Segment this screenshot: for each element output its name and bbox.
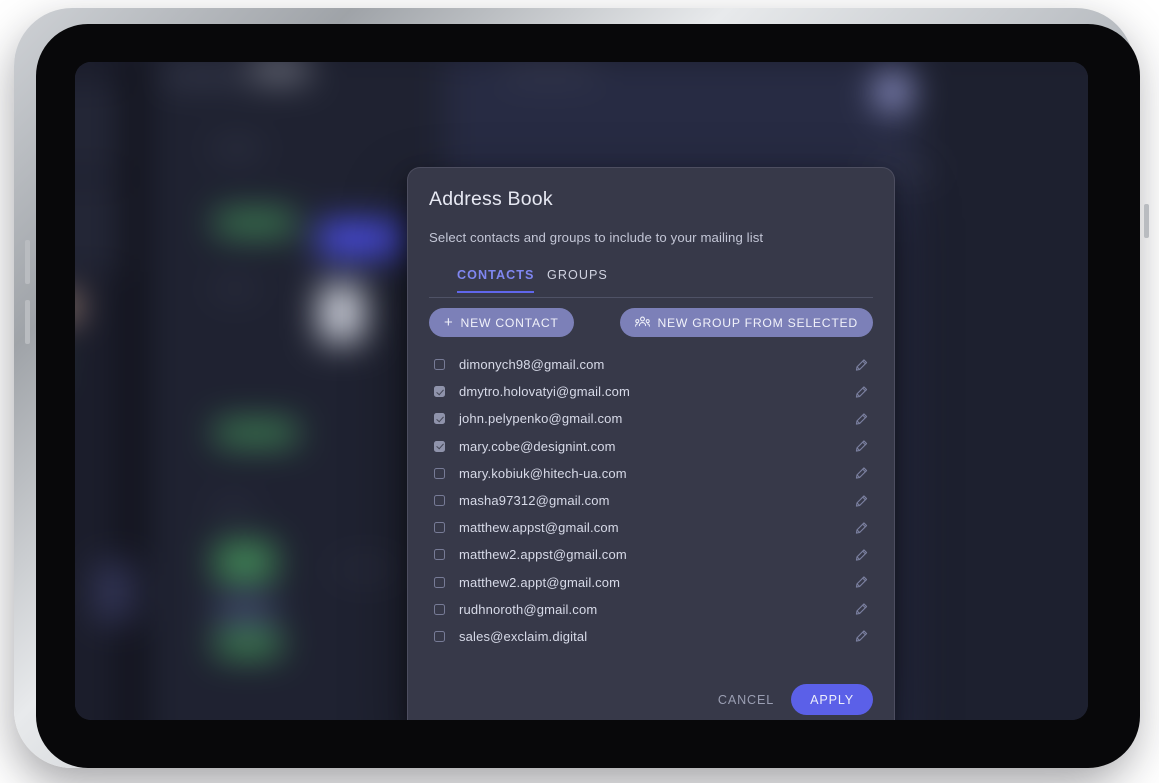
- apply-button[interactable]: APPLY: [791, 684, 873, 715]
- dialog-subtitle: Select contacts and groups to include to…: [429, 230, 764, 245]
- background-avatar-lavender: [875, 74, 911, 110]
- background-status-pill-2: [215, 422, 297, 444]
- contact-email: john.pelypenko@gmail.com: [459, 411, 623, 427]
- volume-down-button[interactable]: [25, 300, 30, 344]
- background-label-3: [213, 502, 253, 514]
- pencil-icon[interactable]: [854, 547, 869, 562]
- screenshot-root: Address Book Select contacts and groups …: [0, 0, 1159, 783]
- contact-checkbox[interactable]: [434, 603, 445, 615]
- pencil-icon[interactable]: [854, 602, 869, 617]
- background-status-pill-4: [215, 630, 281, 656]
- pencil-icon[interactable]: [854, 411, 869, 426]
- dialog-action-row: + NEW CONTACT NEW GROUP FROM SELECTED: [429, 308, 873, 338]
- contact-checkbox[interactable]: [434, 522, 445, 534]
- contact-email: masha97312@gmail.com: [459, 493, 610, 509]
- contact-checkbox[interactable]: [434, 440, 445, 452]
- background-list-column: [145, 62, 445, 720]
- contact-email: mary.kobiuk@hitech-ua.com: [459, 465, 627, 481]
- background-right-panel: [918, 62, 1088, 720]
- pencil-icon[interactable]: [854, 575, 869, 590]
- contact-email: matthew2.appt@gmail.com: [459, 574, 621, 590]
- contact-list: dimonych98@gmail.com dmytro.holovatyi@gma…: [429, 351, 873, 650]
- contact-row[interactable]: matthew.appst@gmail.com: [429, 514, 873, 541]
- background-sublabel-2: [335, 562, 395, 576]
- tab-contacts[interactable]: CONTACTS: [457, 268, 535, 293]
- plus-icon: +: [444, 314, 454, 331]
- contact-checkbox[interactable]: [434, 630, 445, 642]
- background-heading-block: [163, 66, 241, 82]
- new-contact-label: NEW CONTACT: [460, 315, 559, 330]
- contact-checkbox[interactable]: [434, 359, 445, 371]
- tab-groups[interactable]: GROUPS: [547, 268, 608, 291]
- contact-checkbox[interactable]: [434, 386, 445, 398]
- contact-row[interactable]: dimonych98@gmail.com: [429, 351, 873, 378]
- contact-checkbox[interactable]: [434, 467, 445, 479]
- contact-row[interactable]: mary.kobiuk@hitech-ua.com: [429, 460, 873, 487]
- contact-email: dmytro.holovatyi@gmail.com: [459, 384, 630, 400]
- contact-checkbox[interactable]: [434, 576, 445, 588]
- background-accent-glow: [95, 562, 135, 622]
- volume-up-button[interactable]: [25, 240, 30, 284]
- contact-email: matthew.appst@gmail.com: [459, 520, 619, 536]
- background-rail-card-1: [75, 82, 123, 172]
- pencil-icon[interactable]: [854, 384, 869, 399]
- contact-row[interactable]: matthew2.appt@gmail.com: [429, 569, 873, 596]
- contact-row[interactable]: matthew2.appst@gmail.com: [429, 541, 873, 568]
- pencil-icon[interactable]: [854, 520, 869, 535]
- contact-row[interactable]: mary.cobe@designint.com: [429, 433, 873, 460]
- new-group-label: NEW GROUP FROM SELECTED: [657, 315, 858, 330]
- dialog-footer: CANCEL APPLY: [709, 684, 873, 715]
- tablet-screen: Address Book Select contacts and groups …: [75, 62, 1088, 720]
- new-group-from-selected-button[interactable]: NEW GROUP FROM SELECTED: [620, 308, 873, 337]
- cancel-button[interactable]: CANCEL: [709, 685, 783, 715]
- background-avatar-white: [319, 284, 365, 342]
- pencil-icon[interactable]: [854, 493, 869, 508]
- contact-row[interactable]: dmytro.holovatyi@gmail.com: [429, 378, 873, 405]
- contact-checkbox[interactable]: [434, 549, 445, 561]
- contact-row[interactable]: rudhnoroth@gmail.com: [429, 596, 873, 623]
- dialog-title: Address Book: [429, 188, 553, 210]
- contact-checkbox[interactable]: [434, 413, 445, 425]
- background-tag-block: [215, 600, 275, 618]
- contact-checkbox[interactable]: [434, 495, 445, 507]
- contact-email: dimonych98@gmail.com: [459, 357, 605, 373]
- pencil-icon[interactable]: [854, 629, 869, 644]
- contact-email: sales@exclaim.digital: [459, 628, 588, 644]
- pencil-icon[interactable]: [854, 357, 869, 372]
- contact-email: matthew2.appst@gmail.com: [459, 547, 627, 563]
- background-title-block: [505, 62, 595, 80]
- contact-row[interactable]: john.pelypenko@gmail.com: [429, 405, 873, 432]
- pencil-icon[interactable]: [854, 466, 869, 481]
- background-status-pill-3: [215, 542, 275, 582]
- background-status-pill-1: [215, 212, 295, 234]
- pencil-icon[interactable]: [854, 439, 869, 454]
- power-button[interactable]: [1144, 204, 1149, 238]
- contact-email: mary.cobe@designint.com: [459, 438, 616, 454]
- dialog-tabs: CONTACTS GROUPS: [429, 268, 873, 298]
- background-label-1: [213, 142, 261, 155]
- background-search-block: [249, 62, 309, 80]
- contact-email: rudhnoroth@gmail.com: [459, 601, 598, 617]
- group-people-icon: [635, 316, 651, 329]
- background-primary-button: [319, 222, 405, 256]
- background-rail-card-2: [75, 182, 123, 272]
- contact-row[interactable]: sales@exclaim.digital: [429, 623, 873, 650]
- address-book-dialog: Address Book Select contacts and groups …: [407, 167, 895, 720]
- background-label-2: [213, 282, 257, 295]
- contact-row[interactable]: masha97312@gmail.com: [429, 487, 873, 514]
- new-contact-button[interactable]: + NEW CONTACT: [429, 308, 574, 337]
